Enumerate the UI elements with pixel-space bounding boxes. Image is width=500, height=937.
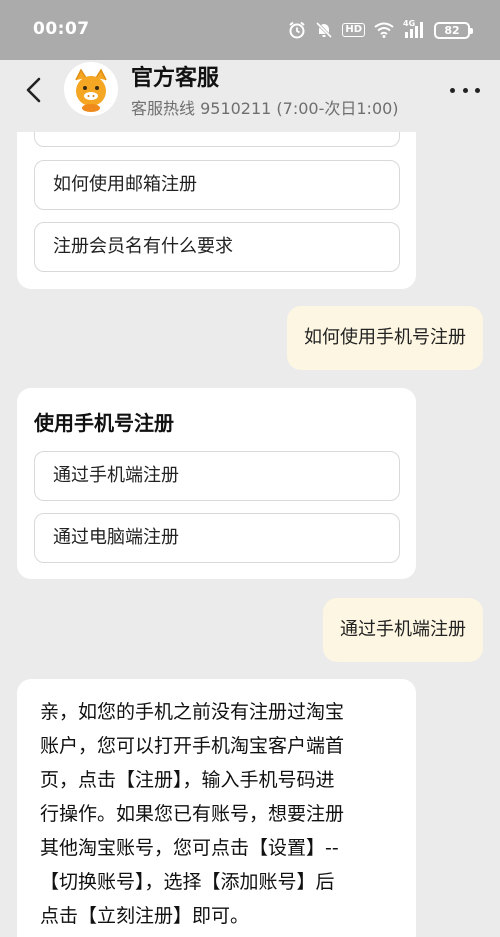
option-button[interactable]: 注册会员名有什么要求 bbox=[34, 222, 400, 272]
status-bar: 00:07 HD 4G 82 bbox=[0, 0, 500, 60]
reply-line: 点击【立刻注册】即可。 bbox=[40, 905, 250, 927]
option-button[interactable]: 通过手机端注册 bbox=[34, 451, 400, 501]
hd-icon: HD bbox=[342, 23, 365, 37]
reply-line: 账户，您可以打开手机淘宝客户端首 bbox=[40, 735, 345, 757]
status-icons: HD 4G 82 bbox=[288, 19, 473, 41]
chat-header: 官方客服 客服热线 9510211 (7:00-次日1:00) bbox=[0, 60, 500, 132]
chat-area[interactable]: 如何使用邮箱注册 注册会员名有什么要求 如何使用手机号注册 使用手机号注册 通过… bbox=[0, 132, 500, 937]
reply-line: 行操作。如果您已有账号，想要注册 bbox=[40, 803, 345, 825]
card-title: 使用手机号注册 bbox=[34, 411, 174, 435]
bot-options-card: 使用手机号注册 通过手机端注册 通过电脑端注册 bbox=[17, 388, 416, 579]
option-button[interactable]: 如何使用邮箱注册 bbox=[34, 160, 400, 210]
reply-line: 页，点击【注册】，输入手机号码进 bbox=[40, 769, 335, 791]
avatar[interactable] bbox=[64, 62, 118, 116]
mascot-avatar-icon bbox=[75, 68, 107, 112]
chat-title: 官方客服 bbox=[131, 66, 220, 91]
wifi-icon bbox=[374, 22, 394, 38]
bot-reply-message: 亲，如您的手机之前没有注册过淘宝 账户，您可以打开手机淘宝客户端首 页，点击【注… bbox=[17, 679, 416, 937]
user-message: 如何使用手机号注册 bbox=[287, 306, 483, 370]
more-dot-icon bbox=[475, 87, 480, 93]
more-dot-icon bbox=[462, 87, 468, 93]
more-dot-icon bbox=[450, 87, 455, 93]
battery-icon: 82 bbox=[434, 21, 473, 39]
back-icon[interactable] bbox=[18, 74, 50, 106]
signal-icon: 4G bbox=[403, 19, 425, 39]
hotline-subtitle: 客服热线 9510211 (7:00-次日1:00) bbox=[131, 99, 399, 118]
mute-bell-icon bbox=[316, 21, 333, 39]
option-button-hidden[interactable] bbox=[34, 132, 400, 147]
alarm-icon bbox=[289, 21, 305, 39]
status-time: 00:07 bbox=[33, 19, 90, 39]
reply-line: 【切换账号】，选择【添加账号】后 bbox=[40, 871, 335, 893]
reply-line: 其他淘宝账号，您可点击【设置】-- bbox=[40, 837, 339, 859]
more-menu-button[interactable] bbox=[450, 78, 480, 102]
reply-text: 亲，如您的手机之前没有注册过淘宝 账户，您可以打开手机淘宝客户端首 页，点击【注… bbox=[40, 695, 400, 933]
user-message: 通过手机端注册 bbox=[323, 598, 483, 662]
bot-options-card: 如何使用邮箱注册 注册会员名有什么要求 bbox=[17, 132, 416, 289]
reply-line: 亲，如您的手机之前没有注册过淘宝 bbox=[40, 701, 345, 723]
option-button[interactable]: 通过电脑端注册 bbox=[34, 513, 400, 563]
